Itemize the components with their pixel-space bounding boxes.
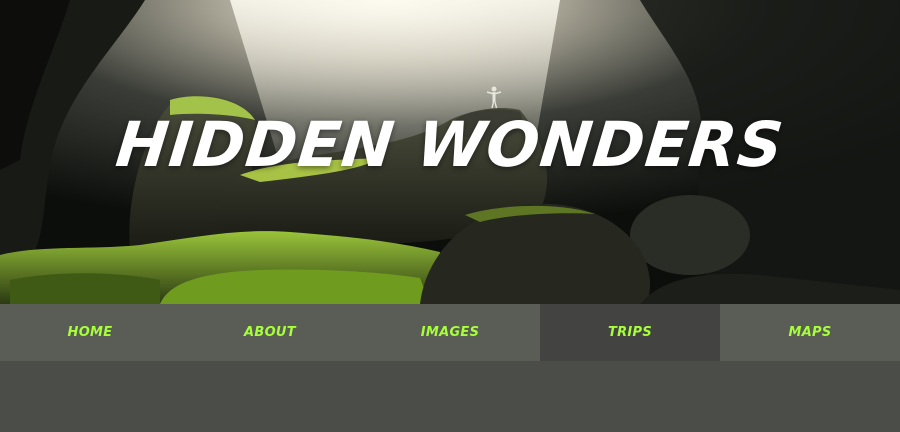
main-navigation: HOME ABOUT IMAGES TRIPS MAPS (0, 304, 900, 361)
nav-item-trips[interactable]: TRIPS (540, 304, 720, 361)
nav-item-images[interactable]: IMAGES (360, 304, 540, 361)
hero-title: HIDDEN WONDERS (112, 108, 788, 181)
nav-item-home[interactable]: HOME (0, 304, 180, 361)
hero-banner: HIDDEN WONDERS (0, 0, 900, 304)
nav-item-maps[interactable]: MAPS (720, 304, 900, 361)
content-area (0, 361, 900, 432)
nav-item-about[interactable]: ABOUT (180, 304, 360, 361)
page: HIDDEN WONDERS HOME ABOUT IMAGES TRIPS M… (0, 0, 900, 432)
